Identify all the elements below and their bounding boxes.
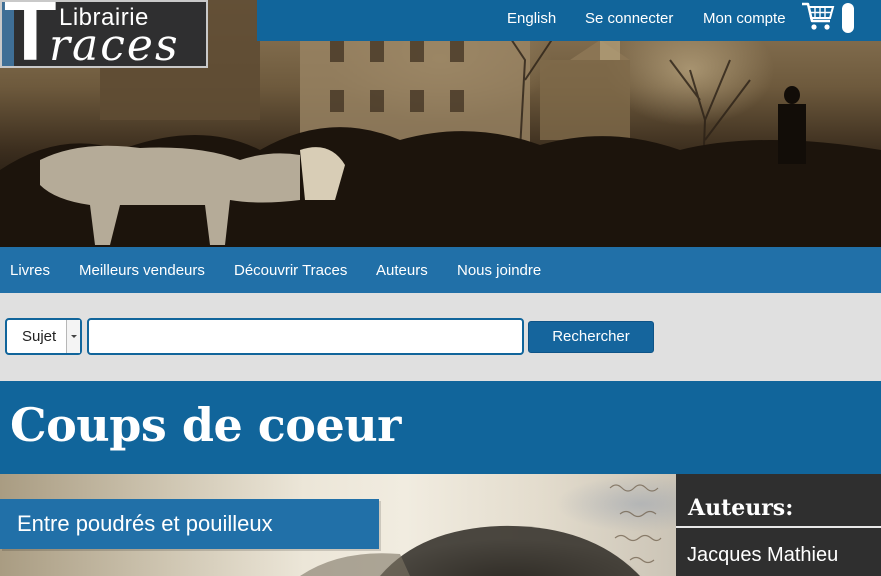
login-link[interactable]: Se connecter xyxy=(585,10,673,27)
featured-book-banner[interactable]: Entre poudrés et pouilleux xyxy=(0,474,676,576)
nav-item-nous-joindre[interactable]: Nous joindre xyxy=(457,262,541,279)
menu-toggle[interactable] xyxy=(842,3,854,33)
logo-word-bottom: races xyxy=(49,20,180,68)
search-input[interactable] xyxy=(87,318,524,355)
shopping-cart-icon[interactable] xyxy=(801,0,835,32)
nav-item-livres[interactable]: Livres xyxy=(10,262,50,279)
nav-item-decouvrir-traces[interactable]: Découvrir Traces xyxy=(234,262,347,279)
authors-panel: Auteurs: Jacques Mathieu xyxy=(676,474,881,576)
dropdown-caret-icon[interactable] xyxy=(66,320,80,353)
subject-dropdown[interactable]: Sujet xyxy=(5,318,82,355)
page-title: Coups de coeur xyxy=(10,398,401,452)
authors-heading: Auteurs: xyxy=(688,495,794,521)
heading-band: Coups de coeur xyxy=(0,381,881,474)
account-link[interactable]: Mon compte xyxy=(703,10,786,27)
feature-title-banner[interactable]: Entre poudrés et pouilleux xyxy=(0,499,379,549)
nav-item-meilleurs-vendeurs[interactable]: Meilleurs vendeurs xyxy=(79,262,205,279)
main-nav: Livres Meilleurs vendeurs Découvrir Trac… xyxy=(0,247,881,293)
search-bar: Sujet Rechercher xyxy=(0,293,881,381)
authors-divider xyxy=(676,526,881,528)
site-logo[interactable]: T Librairie races xyxy=(0,0,208,68)
subject-dropdown-value: Sujet xyxy=(22,328,57,345)
search-button[interactable]: Rechercher xyxy=(528,321,654,353)
feature-book-title[interactable]: Entre poudrés et pouilleux xyxy=(17,511,273,537)
language-link[interactable]: English xyxy=(507,10,556,27)
nav-item-auteurs[interactable]: Auteurs xyxy=(376,262,428,279)
utility-bar: English Se connecter Mon compte xyxy=(257,0,881,41)
author-link[interactable]: Jacques Mathieu xyxy=(687,544,838,567)
